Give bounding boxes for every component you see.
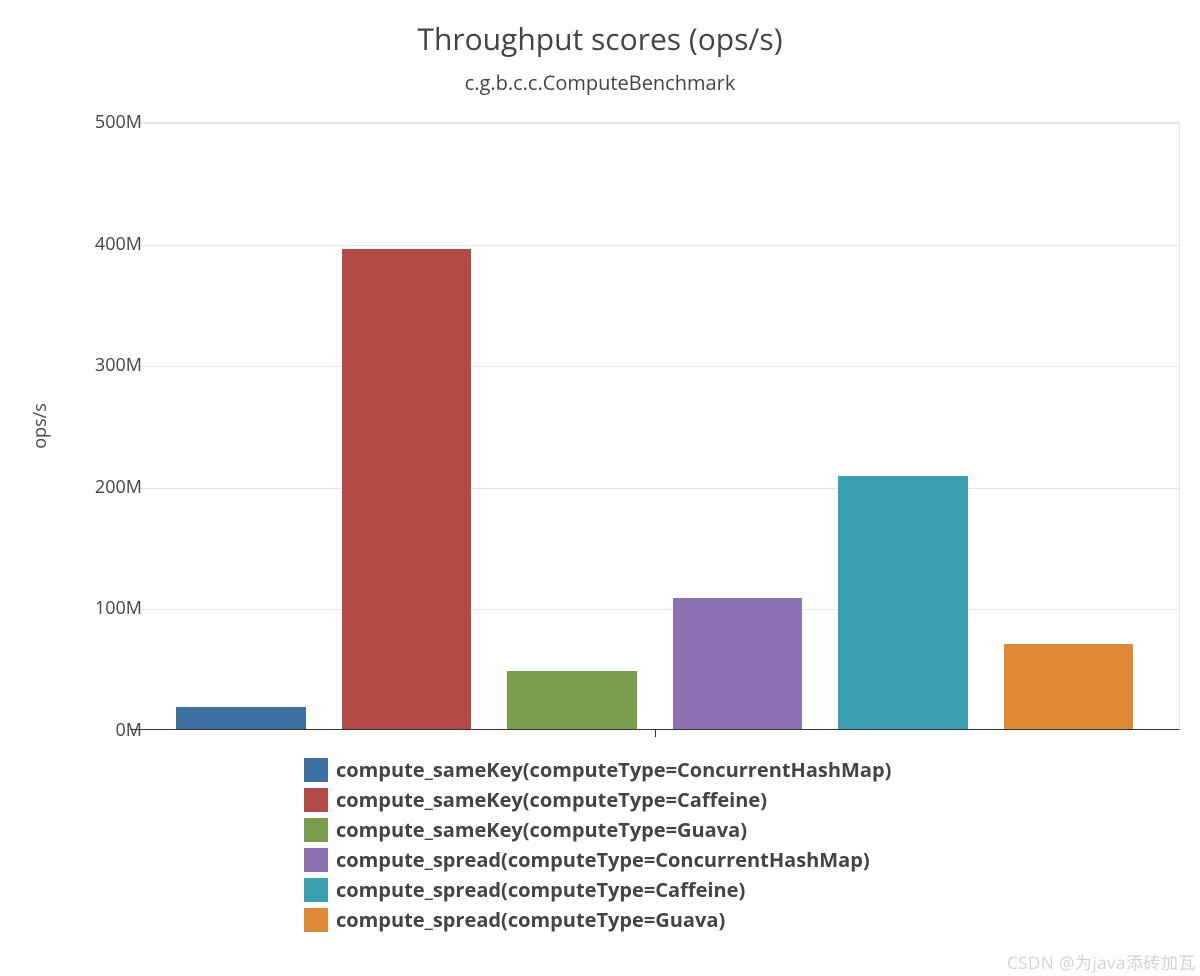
legend-label: compute_sameKey(computeType=Guava)	[336, 816, 747, 843]
bar-slot	[986, 644, 1152, 729]
bars-row	[130, 123, 1179, 729]
plot-area	[130, 122, 1180, 730]
bar-slot	[820, 476, 986, 729]
legend-item: compute_spread(computeType=Guava)	[304, 906, 891, 933]
bar-slot	[655, 598, 821, 729]
legend-swatch	[304, 848, 328, 872]
legend-item: compute_spread(computeType=Caffeine)	[304, 876, 891, 903]
legend-label: compute_spread(computeType=Caffeine)	[336, 876, 745, 903]
y-tick-label: 200M	[62, 475, 142, 499]
legend-label: compute_sameKey(computeType=Caffeine)	[336, 786, 767, 813]
chart-container: Throughput scores (ops/s) c.g.b.c.c.Comp…	[0, 0, 1200, 976]
bar	[176, 707, 306, 729]
y-tick-label: 300M	[62, 353, 142, 377]
x-tick-mark	[655, 729, 656, 737]
legend-item: compute_spread(computeType=ConcurrentHas…	[304, 846, 891, 873]
bar-slot	[324, 249, 490, 729]
bar	[838, 476, 968, 729]
legend-item: compute_sameKey(computeType=Guava)	[304, 816, 891, 843]
y-tick-label: 500M	[62, 110, 142, 134]
legend-swatch	[304, 908, 328, 932]
bar	[673, 598, 803, 729]
legend-label: compute_sameKey(computeType=ConcurrentHa…	[336, 756, 891, 783]
legend-swatch	[304, 758, 328, 782]
legend-item: compute_sameKey(computeType=ConcurrentHa…	[304, 756, 891, 783]
bar-slot	[158, 707, 324, 729]
chart-subtitle: c.g.b.c.c.ComputeBenchmark	[0, 69, 1200, 96]
legend-item: compute_sameKey(computeType=Caffeine)	[304, 786, 891, 813]
bar	[1004, 644, 1134, 729]
y-axis-label: ops/s	[28, 403, 52, 449]
y-tick-label: 400M	[62, 232, 142, 256]
y-tick-label: 100M	[62, 596, 142, 620]
bar	[507, 671, 637, 729]
legend-label: compute_spread(computeType=ConcurrentHas…	[336, 846, 870, 873]
legend-swatch	[304, 878, 328, 902]
y-tick-label: 0M	[62, 718, 142, 742]
watermark: CSDN @为java添砖加瓦	[1007, 949, 1196, 974]
bar	[342, 249, 472, 729]
bar-slot	[489, 671, 655, 729]
legend-swatch	[304, 788, 328, 812]
legend-swatch	[304, 818, 328, 842]
chart-title: Throughput scores (ops/s)	[0, 0, 1200, 59]
legend: compute_sameKey(computeType=ConcurrentHa…	[304, 756, 891, 933]
legend-label: compute_spread(computeType=Guava)	[336, 906, 725, 933]
